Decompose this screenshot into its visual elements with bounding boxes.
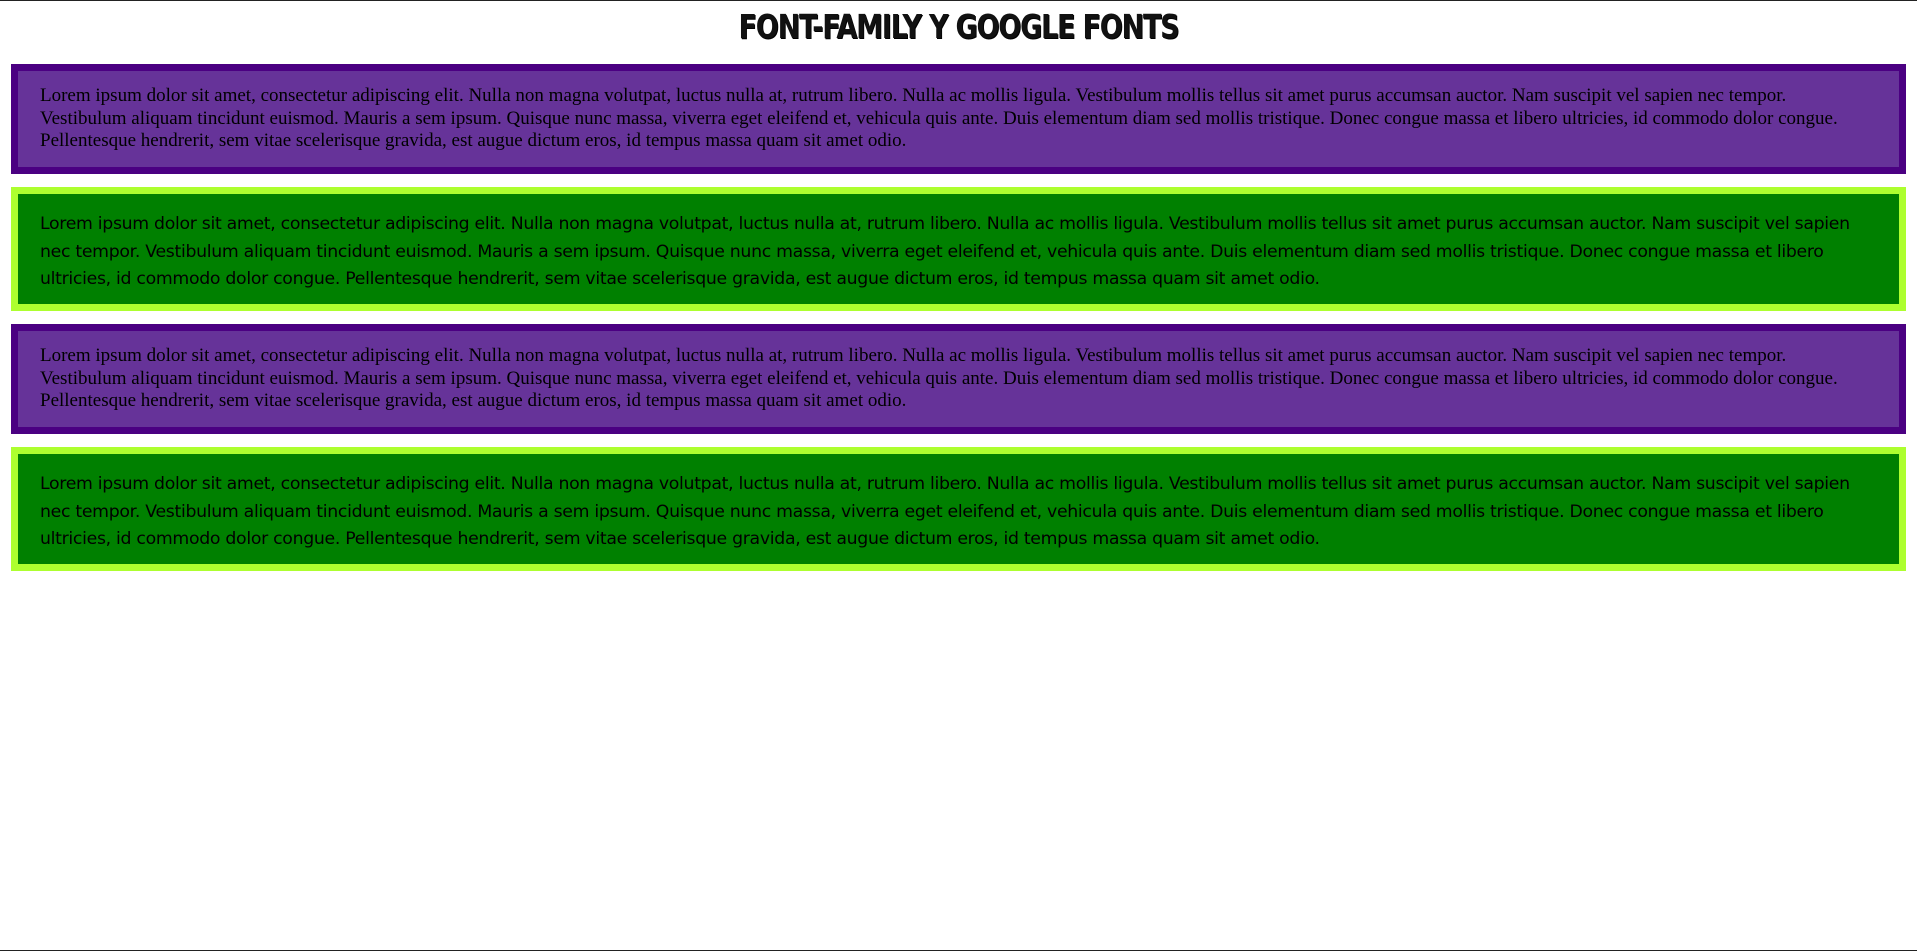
text-box-google-font: Lorem ipsum dolor sit amet, consectetur … — [11, 447, 1906, 571]
page-title: FONT-FAMILY Y GOOGLE FONTS — [738, 7, 1180, 46]
content-boxes: Lorem ipsum dolor sit amet, consectetur … — [11, 64, 1906, 584]
text-box-google-font: Lorem ipsum dolor sit amet, consectetur … — [11, 187, 1906, 311]
box-paragraph: Lorem ipsum dolor sit amet, consectetur … — [40, 474, 1850, 549]
text-box-serif: Lorem ipsum dolor sit amet, consectetur … — [11, 64, 1906, 174]
box-paragraph: Lorem ipsum dolor sit amet, consectetur … — [40, 214, 1850, 289]
box-paragraph: Lorem ipsum dolor sit amet, consectetur … — [40, 85, 1838, 151]
text-box-serif: Lorem ipsum dolor sit amet, consectetur … — [11, 324, 1906, 434]
box-paragraph: Lorem ipsum dolor sit amet, consectetur … — [40, 345, 1838, 411]
